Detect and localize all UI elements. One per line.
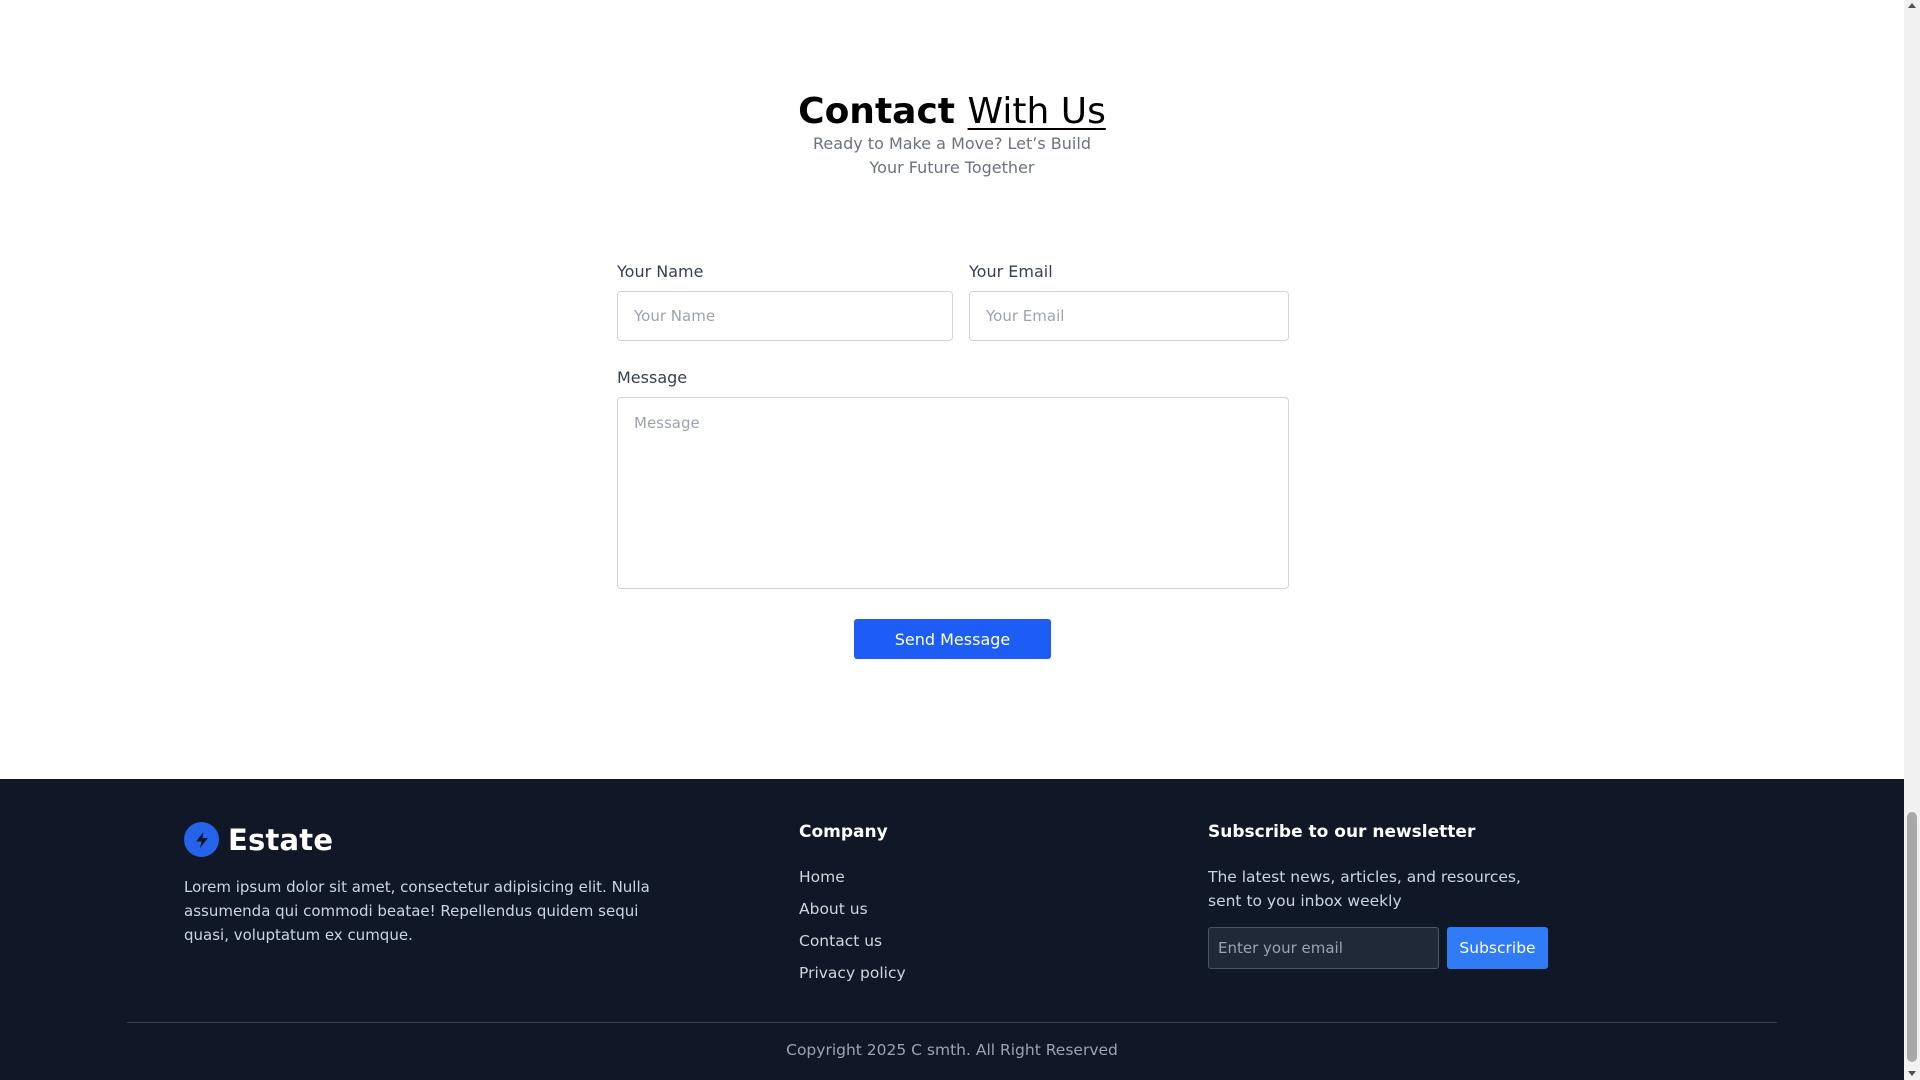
email-label: Your Email: [969, 262, 1053, 281]
vertical-scrollbar[interactable]: [1904, 0, 1920, 1080]
brand-logo[interactable]: Estate: [184, 822, 333, 857]
newsletter-email-input[interactable]: [1208, 927, 1439, 969]
name-input[interactable]: [617, 291, 953, 341]
page: Contact With Us Ready to Make a Move? Le…: [0, 0, 1904, 1080]
scrollbar-thumb[interactable]: [1907, 812, 1917, 1062]
send-message-button[interactable]: Send Message: [854, 619, 1051, 659]
copyright-text: Copyright 2025 C smth. All Right Reserve…: [786, 1041, 1118, 1059]
newsletter-heading: Subscribe to our newsletter: [1208, 822, 1476, 842]
subscribe-button[interactable]: Subscribe: [1447, 927, 1548, 969]
footer-divider: [127, 1022, 1777, 1023]
company-heading: Company: [799, 822, 888, 842]
newsletter-description: The latest news, articles, and resources…: [1208, 868, 1521, 910]
footer: Estate Lorem ipsum dolor sit amet, conse…: [0, 779, 1904, 1080]
footer-link-home[interactable]: Home: [799, 865, 906, 897]
footer-link-about[interactable]: About us: [799, 897, 906, 929]
company-links: Home About us Contact us Privacy policy: [799, 865, 906, 993]
contact-heading: Contact With Us: [0, 90, 1904, 134]
contact-heading-light: With Us: [967, 91, 1106, 132]
contact-heading-bold: Contact: [798, 91, 955, 132]
name-label: Your Name: [617, 262, 704, 281]
contact-section: Contact With Us Ready to Make a Move? Le…: [0, 0, 1904, 779]
contact-subtitle: Ready to Make a Move? Let’s Build Your F…: [813, 134, 1091, 177]
footer-about-text: Lorem ipsum dolor sit amet, consectetur …: [184, 878, 650, 944]
message-textarea[interactable]: [617, 397, 1289, 589]
scroll-down-arrow-icon[interactable]: [1908, 1071, 1916, 1076]
footer-link-contact[interactable]: Contact us: [799, 929, 906, 961]
scroll-up-arrow-icon[interactable]: [1908, 3, 1916, 8]
message-label: Message: [617, 368, 688, 387]
footer-link-privacy[interactable]: Privacy policy: [799, 961, 906, 993]
brand-name: Estate: [228, 822, 334, 857]
lightning-bolt-icon: [184, 822, 219, 857]
email-input[interactable]: [969, 291, 1289, 341]
